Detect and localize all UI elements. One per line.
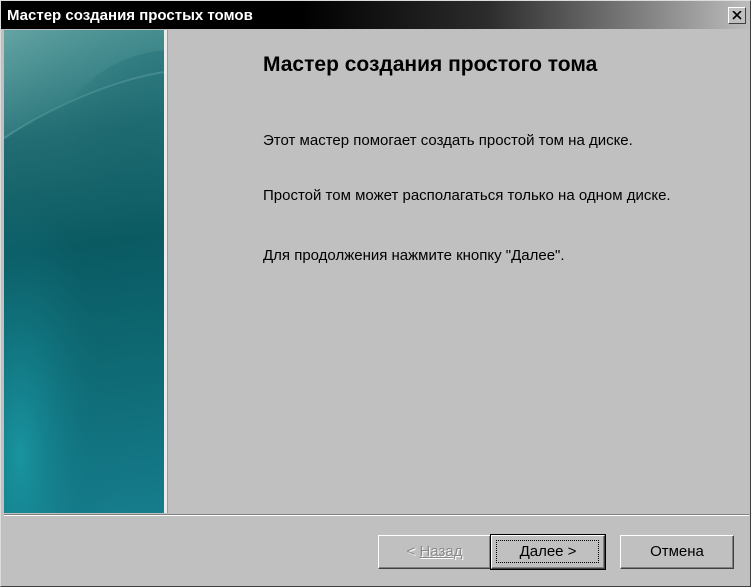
wizard-heading: Мастер создания простого тома — [263, 53, 598, 76]
continue-instruction-text: Для продолжения нажмите кнопку "Далее". — [263, 247, 565, 264]
sidebar-divider — [164, 30, 168, 513]
title-bar[interactable]: Мастер создания простых томов — [1, 1, 750, 29]
wizard-window: Мастер создания простых томов Мастер соз… — [0, 0, 751, 587]
volume-info-text: Простой том может располагаться только н… — [263, 187, 671, 204]
cancel-button[interactable]: Отмена — [620, 535, 734, 569]
cancel-button-label: Отмена — [650, 543, 704, 560]
intro-text: Этот мастер помогает создать простой том… — [263, 132, 633, 149]
next-button[interactable]: Далее > — [490, 534, 606, 570]
close-button[interactable] — [728, 7, 746, 24]
window-title: Мастер создания простых томов — [7, 7, 253, 24]
close-icon — [732, 11, 742, 20]
banner-graphic — [4, 30, 164, 513]
back-button[interactable]: < Назад — [378, 535, 491, 569]
next-button-label: Далее > — [519, 543, 577, 560]
button-area-separator — [4, 514, 749, 516]
wizard-sidebar-banner — [4, 30, 164, 513]
back-button-label: Назад — [419, 543, 463, 560]
